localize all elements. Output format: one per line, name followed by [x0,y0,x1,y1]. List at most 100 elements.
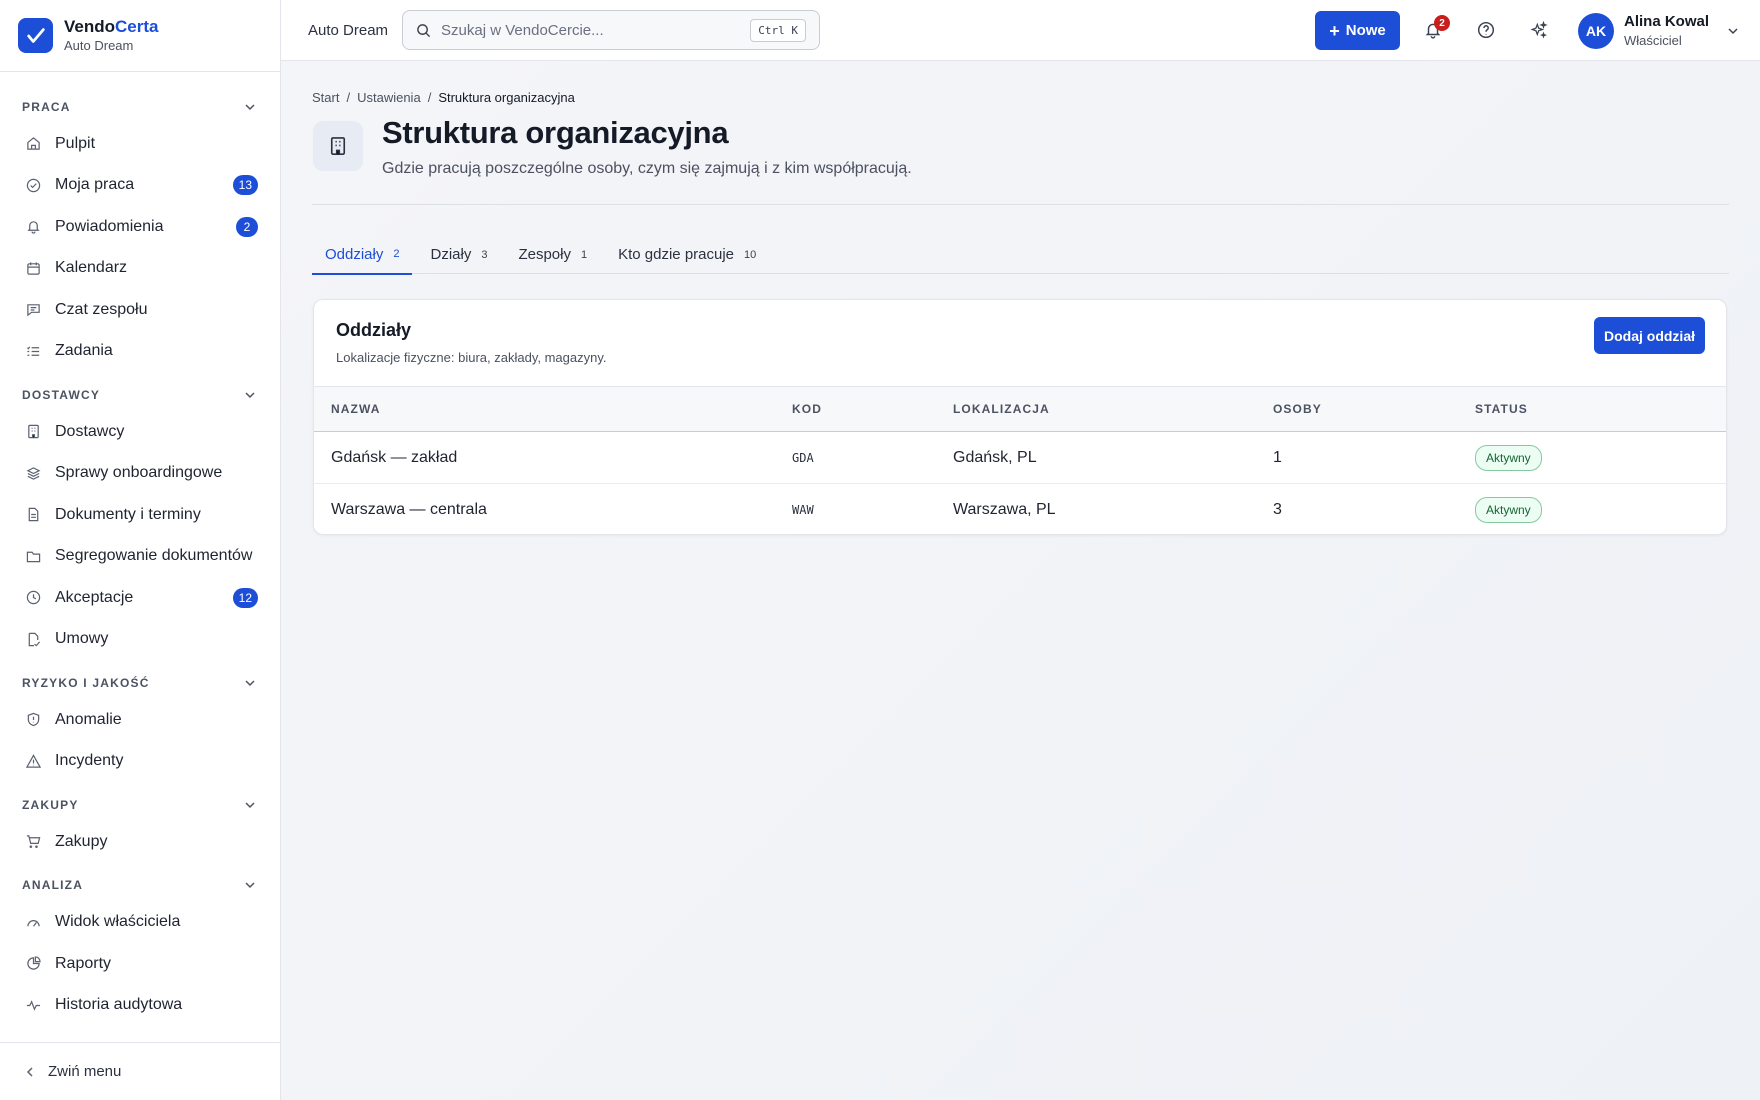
section-title: RYZYKO I JAKOŚĆ [22,675,150,690]
add-branch-button[interactable]: Dodaj oddział [1594,317,1705,354]
count-badge: 2 [236,216,258,237]
sidebar-item-label: Zakupy [55,832,108,850]
tab-kto-gdzie-pracuje[interactable]: Kto gdzie pracuje 10 [605,235,769,274]
card-subtitle: Lokalizacje fizyczne: biura, zakłady, ma… [336,350,607,365]
tab-dzialy[interactable]: Działy 3 [417,235,500,274]
user-menu[interactable]: AK Alina Kowal Właściciel [1578,12,1739,50]
ai-assistant-button[interactable] [1528,19,1550,41]
help-button[interactable] [1475,19,1497,41]
sidebar-item-akceptacje[interactable]: Akceptacje 12 [0,577,280,619]
sidebar-item-label: Zadania [55,342,113,360]
sidebar-item-historia-audytowa[interactable]: Historia audytowa [0,985,280,1027]
sidebar-item-powiadomienia[interactable]: Powiadomienia 2 [0,206,280,248]
table-row[interactable]: Warszawa — centrala WAW Warszawa, PL 3 A… [314,484,1726,535]
column-header-status[interactable]: STATUS [1475,387,1726,432]
sidebar-item-label: Raporty [55,954,112,972]
branches-card: Oddziały Lokalizacje fizyczne: biura, za… [313,299,1727,535]
org-switcher[interactable]: Auto Dream [308,22,388,39]
tab-label: Oddziały [325,245,384,263]
warning-icon [26,753,41,769]
sidebar-item-incydenty[interactable]: Incydenty [0,741,280,783]
sidebar-item-sprawy-onboardingowe[interactable]: Sprawy onboardingowe [0,453,280,495]
tab-label: Działy [430,246,472,263]
section-title: ZAKUPY [22,797,79,812]
sidebar-item-label: Czat zespołu [55,300,148,318]
shield-icon [26,712,41,727]
cell-name: Warszawa — centrala [331,500,487,518]
sidebar-item-pulpit[interactable]: Pulpit [0,123,280,165]
sidebar-item-label: Moja praca [55,176,135,194]
brand-name: VendoCerta [64,17,159,36]
sidebar-item-label: Historia audytowa [55,996,183,1014]
breadcrumb-link-start[interactable]: Start [312,90,339,105]
section-title: ANALIZA [22,878,84,892]
collapse-menu-button[interactable]: Zwiń menu [0,1042,280,1100]
check-circle-icon [26,178,41,193]
user-role: Właściciel [1624,33,1682,48]
section-ryzyko-i-jakosc[interactable]: RYZYKO I JAKOŚĆ [0,666,280,699]
sidebar-item-dostawcy[interactable]: Dostawcy [0,411,280,453]
section-praca[interactable]: PRACA [0,90,280,123]
sidebar-item-umowy[interactable]: Umowy [0,619,280,661]
sidebar-item-anomalie[interactable]: Anomalie [0,699,280,741]
cell-status: Aktywny [1475,432,1726,484]
section-zakupy[interactable]: ZAKUPY [0,788,280,821]
search-input[interactable] [441,21,751,39]
chevron-down-icon [245,679,255,686]
gauge-icon [26,915,41,930]
column-header-people[interactable]: OSOBY [1273,387,1475,432]
count-badge: 12 [232,587,258,608]
sidebar-item-label: Umowy [55,630,109,648]
sidebar-nav: PRACA Pulpit Moja praca 13 Powiadomienia… [0,72,280,1026]
sidebar-item-label: Akceptacje [55,588,134,606]
tab-label: Zespoły [518,246,571,263]
breadcrumb-current: Struktura organizacyjna [438,90,575,105]
cell-code: GDA [792,450,814,465]
section-analiza[interactable]: ANALIZA [0,869,280,902]
page-subtitle: Gdzie pracują poszczególne osoby, czym s… [382,160,912,177]
contract-icon [26,632,41,647]
chevron-down-icon [1728,28,1738,35]
sidebar-item-label: Segregowanie dokumentów [55,547,253,565]
sidebar-item-czat-zespolu[interactable]: Czat zespołu [0,289,280,331]
topbar: Auto Dream Ctrl K + Nowe 2 AK Alina Kowa… [281,0,1760,61]
section-dostawcy[interactable]: DOSTAWCY [0,378,280,411]
pie-chart-icon [26,956,41,971]
tab-zespoly[interactable]: Zespoły 1 [505,235,600,274]
main-content: Start / Ustawienia / Struktura organizac… [281,61,1760,1100]
column-header-location[interactable]: LOKALIZACJA [953,387,1273,432]
building-icon [313,121,363,171]
new-button[interactable]: + Nowe [1315,11,1400,50]
sidebar-item-dokumenty-i-terminy[interactable]: Dokumenty i terminy [0,494,280,536]
tab-oddzialy[interactable]: Oddziały 2 [312,235,413,275]
sidebar-item-kalendarz[interactable]: Kalendarz [0,248,280,290]
column-header-name[interactable]: NAZWA [314,387,792,432]
sidebar-item-zakupy[interactable]: Zakupy [0,821,280,863]
chevron-down-icon [245,391,255,398]
column-header-code[interactable]: KOD [792,387,953,432]
chat-icon [26,302,41,317]
sidebar-item-segregowanie-dokumentow[interactable]: Segregowanie dokumentów [0,536,280,578]
table-row[interactable]: Gdańsk — zakład GDA Gdańsk, PL 1 Aktywny [314,432,1726,484]
breadcrumb: Start / Ustawienia / Struktura organizac… [312,90,575,105]
sidebar-item-moja-praca[interactable]: Moja praca 13 [0,165,280,207]
sidebar-item-raporty[interactable]: Raporty [0,943,280,985]
search-box[interactable]: Ctrl K [402,10,821,50]
plus-icon: + [1329,20,1340,41]
sidebar-item-zadania[interactable]: Zadania [0,331,280,373]
breadcrumb-separator: / [427,90,432,105]
cell-location: Gdańsk, PL [953,448,1037,466]
bell-icon [26,219,41,234]
avatar: AK [1578,13,1614,49]
brand[interactable]: VendoCerta Auto Dream [0,0,280,72]
sidebar-item-label: Incydenty [55,752,124,770]
section-title: DOSTAWCY [22,387,101,402]
calendar-icon [26,261,41,276]
sidebar-item-widok-wlasciciela[interactable]: Widok właściciela [0,902,280,944]
breadcrumb-link-ustawienia[interactable]: Ustawienia [357,90,421,105]
count-badge: 13 [232,175,258,196]
cell-location: Warszawa, PL [953,500,1056,518]
notifications-button[interactable]: 2 [1422,15,1450,41]
page-title: Struktura organizacyjna [382,115,729,150]
tabs: Oddziały 2 Działy 3 Zespoły 1 Kto gdzie … [312,235,1729,275]
